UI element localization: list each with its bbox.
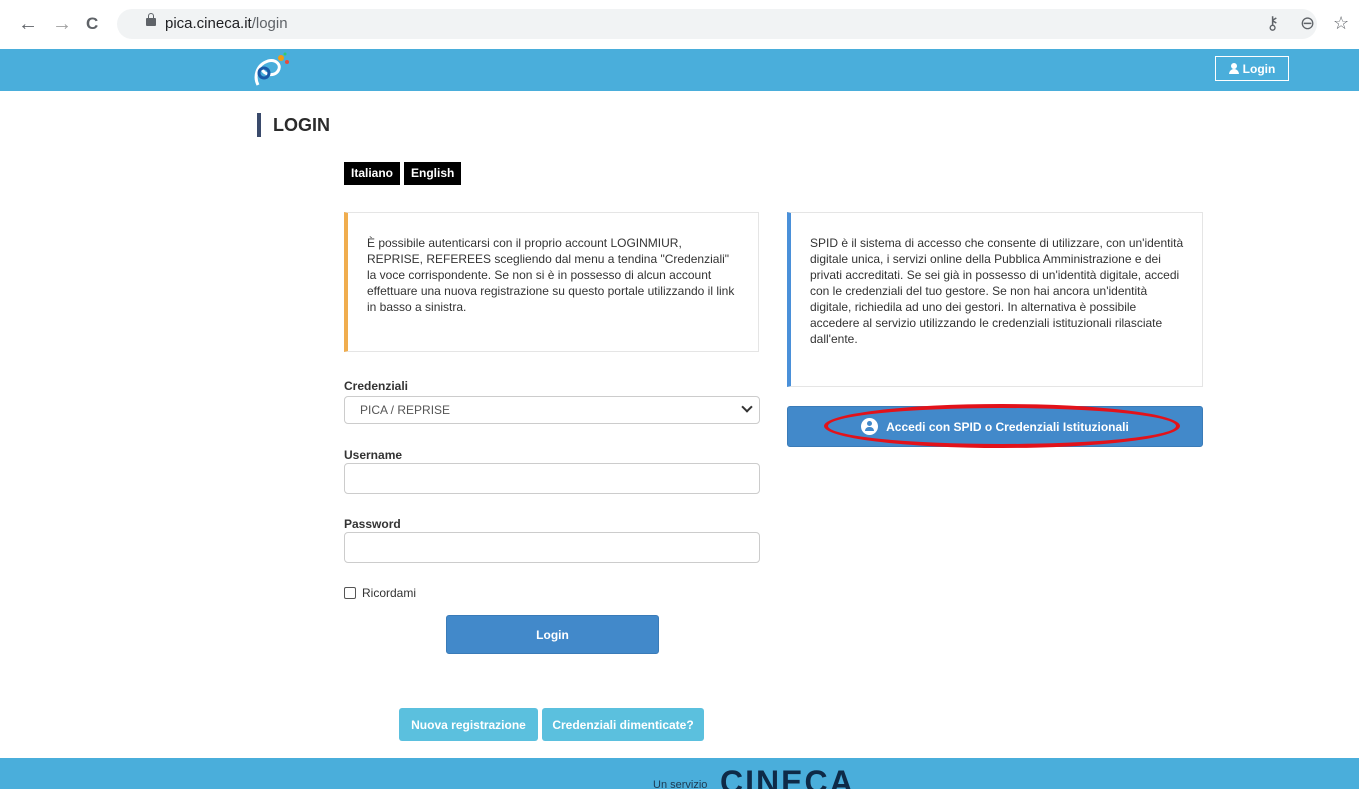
forward-arrow-icon[interactable]: →: [52, 14, 72, 34]
site-header: Login: [0, 49, 1359, 91]
spid-info-text: SPID è il sistema di accesso che consent…: [810, 236, 1184, 346]
key-icon[interactable]: ⚷: [1266, 13, 1279, 34]
spid-button-label: Accedi con SPID o Credenziali Istituzion…: [886, 419, 1129, 434]
zoom-icon[interactable]: ⊖: [1300, 13, 1315, 34]
login-info-box: È possibile autenticarsi con il proprio …: [344, 212, 759, 352]
url-domain: pica.cineca.it: [165, 15, 252, 32]
spid-user-icon: [861, 418, 879, 435]
footer-prefix: Un servizio: [653, 779, 708, 789]
star-icon[interactable]: ☆: [1333, 13, 1349, 34]
browser-toolbar: ← → C pica.cineca.it/login ⚷ ⊖ ☆: [0, 0, 1359, 50]
header-login-label: Login: [1242, 61, 1276, 76]
page-title: LOGIN: [257, 113, 330, 137]
user-icon: [1228, 63, 1239, 74]
credentials-label: Credenziali: [344, 379, 409, 393]
url-text: pica.cineca.it/login: [165, 15, 288, 32]
credentials-select[interactable]: PICA / REPRISE: [344, 396, 760, 424]
site-footer: Un servizio CINECA: [0, 758, 1359, 789]
spid-login-button[interactable]: Accedi con SPID o Credenziali Istituzion…: [787, 406, 1203, 447]
back-arrow-icon[interactable]: ←: [18, 14, 38, 34]
pica-logo-icon[interactable]: [244, 51, 292, 89]
cineca-logo[interactable]: CINECA: [720, 766, 855, 789]
username-input[interactable]: [344, 463, 760, 494]
chevron-down-icon: [741, 401, 753, 413]
forgot-credentials-button[interactable]: Credenziali dimenticate?: [542, 708, 704, 741]
login-button[interactable]: Login: [446, 615, 659, 654]
url-path: /login: [251, 15, 288, 32]
password-label: Password: [344, 517, 401, 531]
username-label: Username: [344, 448, 403, 462]
reload-icon[interactable]: C: [86, 14, 98, 34]
lang-english-button[interactable]: English: [404, 162, 462, 185]
lang-italiano-button[interactable]: Italiano: [344, 162, 401, 185]
language-switcher: Italiano English: [344, 162, 462, 185]
header-login-button[interactable]: Login: [1215, 56, 1289, 81]
address-bar[interactable]: pica.cineca.it/login: [117, 9, 1317, 39]
lock-icon: [146, 13, 156, 26]
login-info-text: È possibile autenticarsi con il proprio …: [367, 236, 735, 314]
password-input[interactable]: [344, 532, 760, 563]
spid-info-box: SPID è il sistema di accesso che consent…: [787, 212, 1203, 387]
remember-label: Ricordami: [362, 586, 417, 600]
remember-me: Ricordami: [344, 586, 416, 600]
new-registration-button[interactable]: Nuova registrazione: [399, 708, 538, 741]
credentials-selected-value: PICA / REPRISE: [360, 403, 451, 417]
remember-checkbox[interactable]: [344, 587, 356, 599]
